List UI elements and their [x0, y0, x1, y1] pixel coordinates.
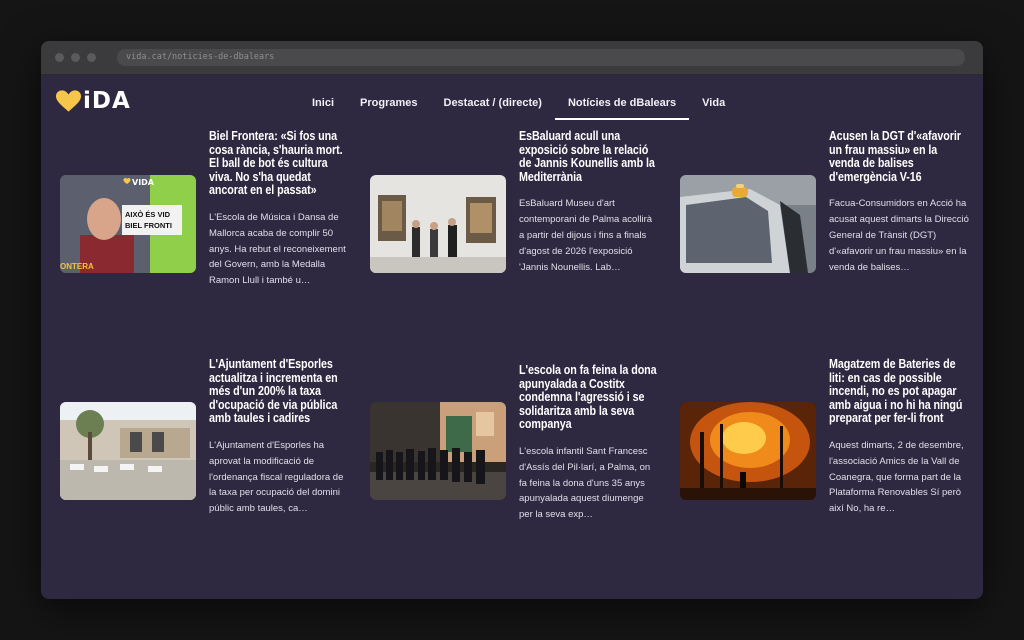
fire-photo-icon: [680, 402, 816, 500]
article-title[interactable]: Biel Frontera: «Si fos una cosa rància, …: [209, 129, 347, 198]
window-maximize-dot[interactable]: [87, 53, 96, 62]
window-close-dot[interactable]: [55, 53, 64, 62]
article-thumbnail[interactable]: [370, 402, 506, 500]
article-card[interactable]: L'Ajuntament d'Esporles actualitza i inc…: [60, 357, 350, 558]
overlay-brand: VIDA: [132, 178, 155, 187]
article-text: L'escola on fa feina la dona apunyalada …: [519, 363, 659, 523]
overlay-line1: AIXÒ ÉS VID: [125, 210, 171, 219]
tv-interview-photo-icon: AIXÒ ÉS VID BIEL FRONTI VIDA ONTERA: [60, 175, 196, 273]
article-card[interactable]: Acusen la DGT d'«afavorir un frau massiu…: [680, 129, 970, 330]
browser-titlebar: vida.cat/noticies-de-dbalears: [41, 41, 983, 75]
main-nav: Inici Programes Destacat / (directe) Not…: [299, 75, 738, 130]
article-title[interactable]: EsBaluard acull una exposició sobre la r…: [519, 129, 657, 184]
overlay-line2: BIEL FRONTI: [125, 221, 172, 230]
logo-text: iDA: [83, 88, 131, 114]
gallery-photo-icon: [370, 175, 506, 273]
article-excerpt: Facua-Consumidors en Acció ha acusat aqu…: [829, 198, 969, 273]
article-title[interactable]: L'Ajuntament d'Esporles actualitza i inc…: [209, 357, 347, 426]
nav-item-destacat[interactable]: Destacat / (directe): [431, 75, 555, 119]
article-text: EsBaluard acull una exposició sobre la r…: [519, 129, 659, 275]
article-card[interactable]: L'escola on fa feina la dona apunyalada …: [370, 363, 660, 564]
address-bar[interactable]: vida.cat/noticies-de-dbalears: [117, 49, 965, 66]
article-excerpt: L'escola infantil Sant Francesc d'Assís …: [519, 445, 651, 521]
article-text: Magatzem de Bateries de liti: en cas de …: [829, 357, 969, 517]
nav-item-noticies-dbalears[interactable]: Notícies de dBalears: [554, 75, 690, 120]
article-card[interactable]: AIXÒ ÉS VID BIEL FRONTI VIDA ONTERA Biel…: [60, 129, 350, 330]
heart-icon: [55, 90, 82, 112]
article-title[interactable]: L'escola on fa feina la dona apunyalada …: [519, 363, 657, 432]
nav-item-vida[interactable]: Vida: [689, 75, 738, 119]
overlay-name: ONTERA: [60, 262, 94, 271]
window-minimize-dot[interactable]: [71, 53, 80, 62]
article-text: Biel Frontera: «Si fos una cosa rància, …: [209, 129, 349, 289]
article-excerpt: L'Ajuntament d'Esporles ha aprovat la mo…: [209, 439, 344, 515]
article-text: Acusen la DGT d'«afavorir un frau massiu…: [829, 129, 969, 275]
article-excerpt: EsBaluard Museu d'art contemporani de Pa…: [519, 198, 653, 273]
site-header: iDA Inici Programes Destacat / (directe)…: [41, 75, 983, 130]
article-text: L'Ajuntament d'Esporles actualitza i inc…: [209, 357, 349, 517]
article-thumbnail[interactable]: AIXÒ ÉS VID BIEL FRONTI VIDA ONTERA: [60, 175, 196, 273]
article-title[interactable]: Acusen la DGT d'«afavorir un frau massiu…: [829, 129, 967, 184]
article-thumbnail[interactable]: [680, 402, 816, 500]
article-card[interactable]: EsBaluard acull una exposició sobre la r…: [370, 129, 660, 330]
article-thumbnail[interactable]: [60, 402, 196, 500]
street-crowd-photo-icon: [370, 402, 506, 500]
article-thumbnail[interactable]: [680, 175, 816, 273]
site-logo[interactable]: iDA: [55, 89, 131, 113]
nav-item-inici[interactable]: Inici: [299, 75, 347, 119]
article-excerpt: L'Escola de Música i Dansa de Mallorca a…: [209, 211, 346, 287]
article-title[interactable]: Magatzem de Bateries de liti: en cas de …: [829, 357, 967, 426]
browser-window: vida.cat/noticies-de-dbalears iDA Inici …: [41, 41, 983, 599]
nav-item-programes[interactable]: Programes: [347, 75, 430, 119]
article-excerpt: Aquest dimarts, 2 de desembre, l'associa…: [829, 439, 964, 515]
article-card[interactable]: Magatzem de Bateries de liti: en cas de …: [680, 357, 970, 558]
article-thumbnail[interactable]: [370, 175, 506, 273]
car-beacon-photo-icon: [680, 175, 816, 273]
terrace-photo-icon: [60, 402, 196, 500]
